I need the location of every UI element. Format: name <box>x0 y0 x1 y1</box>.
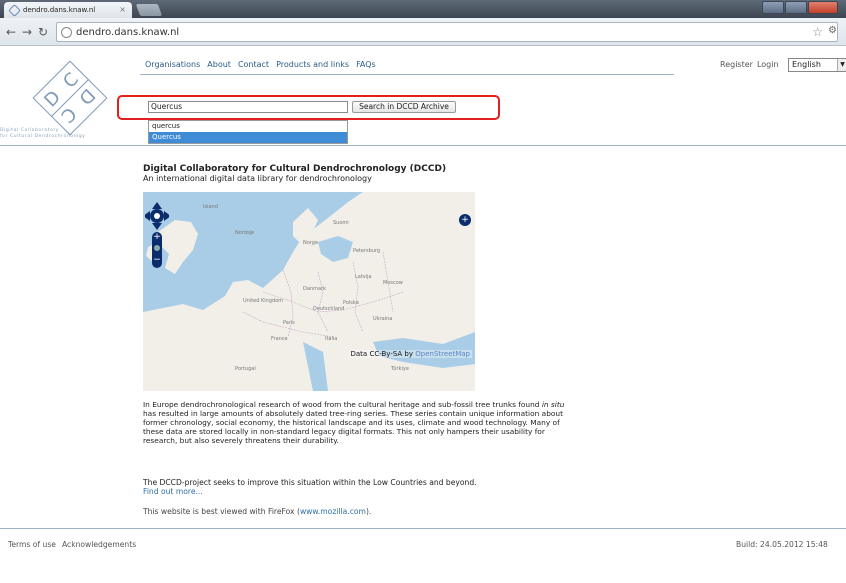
new-tab-button[interactable] <box>135 4 163 16</box>
dccd-logo[interactable]: D C C D <box>18 58 128 138</box>
window-controls <box>762 1 838 14</box>
map-attribution: Data CC-By-SA by OpenStreetMap <box>348 350 472 358</box>
nav-divider <box>140 74 674 75</box>
intro-text-b: has resulted in large amounts of absolut… <box>143 409 563 445</box>
language-select[interactable]: English ▼ <box>788 58 846 72</box>
svg-text:Moscow: Moscow <box>383 280 403 286</box>
minimize-button[interactable] <box>762 1 784 14</box>
map-zoom-control[interactable]: + − <box>152 232 162 268</box>
openstreetmap-link[interactable]: OpenStreetMap <box>415 350 470 358</box>
build-info: Build: 24.05.2012 15:48 <box>736 540 828 549</box>
logo-tagline: Digital Collaboratory for Cultural Dendr… <box>0 128 86 140</box>
page-title: Digital Collaboratory for Cultural Dendr… <box>143 164 447 174</box>
svg-text:Paris: Paris <box>283 320 295 326</box>
nav-about[interactable]: About <box>207 60 231 69</box>
intro-text-a: In Europe dendrochronological research o… <box>143 400 542 409</box>
svg-text:Türkiye: Türkiye <box>390 366 409 372</box>
map-attribution-text: Data CC-By-SA by <box>350 350 414 358</box>
address-bar: ← → ↻ dendro.dans.knaw.nl ☆ ⚙ <box>0 18 846 46</box>
svg-text:Latvija: Latvija <box>355 274 372 280</box>
footer-links: Terms of use Acknowledgements <box>8 540 136 549</box>
svg-text:Suomi: Suomi <box>333 220 349 226</box>
svg-text:Polska: Polska <box>343 300 359 306</box>
browser-titlebar: dendro.dans.knaw.nl × <box>0 0 846 18</box>
reload-icon[interactable]: ↻ <box>38 25 48 39</box>
intro-paragraph: In Europe dendrochronological research o… <box>143 400 573 445</box>
autocomplete-item[interactable]: quercus <box>149 121 347 132</box>
svg-text:Petersburg: Petersburg <box>353 248 380 254</box>
zoom-slider-icon[interactable] <box>154 245 160 251</box>
browser-tab[interactable]: dendro.dans.knaw.nl × <box>4 2 132 18</box>
language-value: English <box>792 60 821 69</box>
auth-links: Register Login <box>720 60 779 69</box>
footer-divider <box>0 528 846 529</box>
login-link[interactable]: Login <box>757 60 779 69</box>
logo-graphic: D C C D <box>32 60 108 136</box>
svg-text:Italia: Italia <box>325 336 337 342</box>
mozilla-link[interactable]: www.mozilla.com <box>300 507 366 516</box>
svg-text:United Kingdom: United Kingdom <box>243 298 283 304</box>
url-field[interactable]: dendro.dans.knaw.nl ☆ ⚙ <box>56 22 838 42</box>
intro-text-italic: in situ <box>541 400 565 409</box>
project-paragraph: The DCCD-project seeks to improve this s… <box>143 478 477 487</box>
map-graphic: Island Nordsjø Suomi Norge Petersburg Un… <box>143 192 475 391</box>
page-subtitle: An international digital data library fo… <box>143 174 372 183</box>
europe-map[interactable]: Island Nordsjø Suomi Norge Petersburg Un… <box>143 192 475 391</box>
close-tab-icon[interactable]: × <box>119 5 126 14</box>
best-viewed-suffix: ). <box>365 507 372 516</box>
nav-faqs[interactable]: FAQs <box>356 60 376 69</box>
autocomplete-item-selected[interactable]: Quercus <box>149 132 347 143</box>
site-favicon-icon <box>8 3 21 17</box>
autocomplete-list: quercus Quercus <box>148 120 348 144</box>
terms-of-use-link[interactable]: Terms of use <box>8 540 56 549</box>
layer-switcher-icon[interactable]: + <box>459 214 471 226</box>
best-viewed-note: This website is best viewed with FireFox… <box>143 507 371 516</box>
best-viewed-prefix: This website is best viewed with FireFox… <box>143 507 300 516</box>
svg-text:Norge: Norge <box>303 240 318 246</box>
acknowledgements-link[interactable]: Acknowledgements <box>62 540 136 549</box>
forward-icon[interactable]: → <box>22 25 32 39</box>
zoom-in-icon[interactable]: + <box>152 232 162 242</box>
register-link[interactable]: Register <box>720 60 753 69</box>
svg-text:Nordsjø: Nordsjø <box>235 230 254 236</box>
nav-organisations[interactable]: Organisations <box>145 60 200 69</box>
svg-text:France: France <box>271 336 288 342</box>
chevron-down-icon: ▼ <box>837 59 846 71</box>
svg-text:Island: Island <box>203 204 218 210</box>
maximize-button[interactable] <box>785 1 807 14</box>
zoom-out-icon[interactable]: − <box>152 254 162 266</box>
red-highlight-box <box>117 95 500 120</box>
svg-text:Deutschland: Deutschland <box>313 306 344 312</box>
svg-text:Portugal: Portugal <box>235 366 256 372</box>
svg-text:Danmark: Danmark <box>303 286 326 292</box>
wrench-icon[interactable]: ⚙ <box>828 25 837 36</box>
header-divider <box>0 145 846 146</box>
page-icon <box>61 26 72 38</box>
svg-text:Ukraina: Ukraina <box>373 316 392 322</box>
main-nav: Organisations About Contact Products and… <box>145 60 376 69</box>
close-window-button[interactable] <box>808 1 838 14</box>
tab-title: dendro.dans.knaw.nl <box>23 6 96 14</box>
nav-contact[interactable]: Contact <box>238 60 269 69</box>
nav-products-and-links[interactable]: Products and links <box>276 60 349 69</box>
back-icon[interactable]: ← <box>6 25 16 39</box>
logo-tagline-line2: for Cultural Dendrochronology <box>0 134 86 139</box>
bookmark-star-icon[interactable]: ☆ <box>812 25 823 39</box>
url-text: dendro.dans.knaw.nl <box>76 26 180 38</box>
find-out-more-link[interactable]: Find out more... <box>143 487 203 496</box>
